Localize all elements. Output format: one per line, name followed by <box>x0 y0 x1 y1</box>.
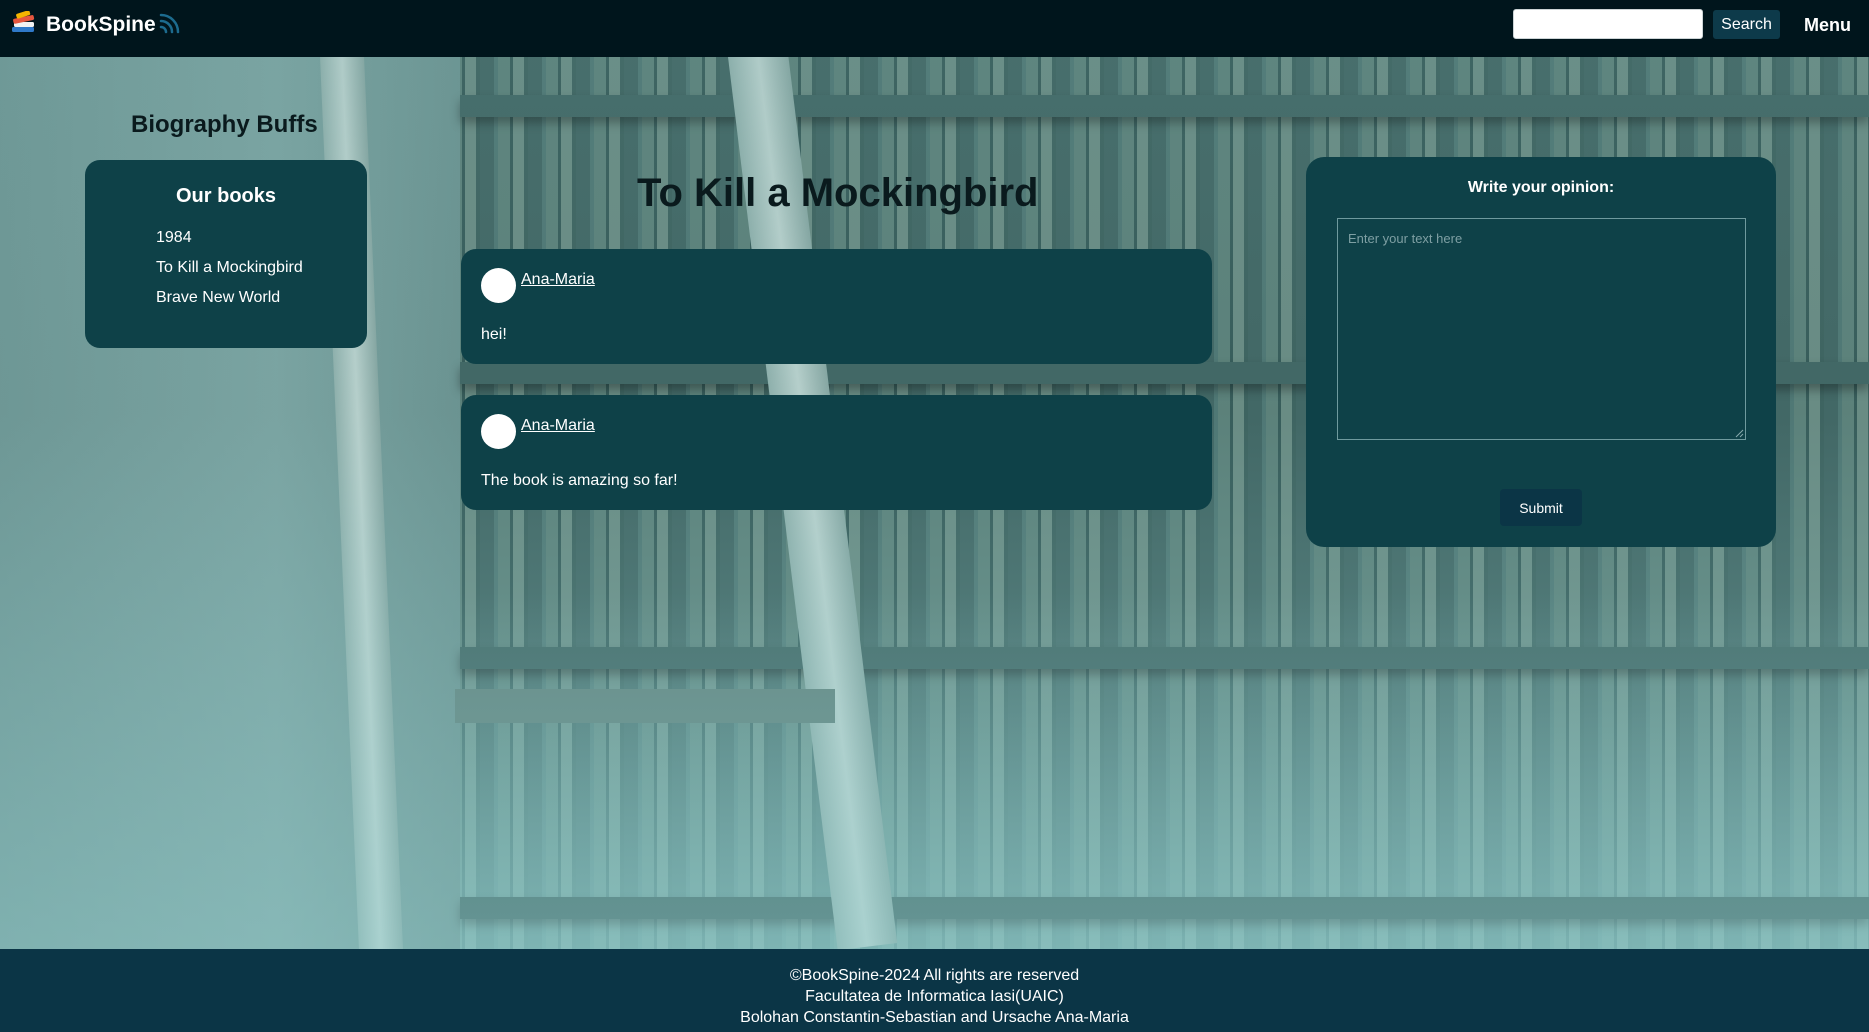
comment-card: Ana-Maria hei! <box>461 249 1212 364</box>
resize-grip-icon[interactable] <box>1734 428 1744 438</box>
book-link-1984[interactable]: 1984 <box>156 229 192 247</box>
comment-author-link[interactable]: Ana-Maria <box>521 271 595 289</box>
book-link-to-kill-a-mockingbird[interactable]: To Kill a Mockingbird <box>156 259 303 277</box>
book-link-brave-new-world[interactable]: Brave New World <box>156 289 280 307</box>
avatar <box>481 268 516 303</box>
menu-button[interactable]: Menu <box>1804 15 1851 35</box>
footer: ©BookSpine-2024 All rights are reserved … <box>0 949 1869 1032</box>
footer-authors: Bolohan Constantin-Sebastian and Ursache… <box>740 1009 1129 1026</box>
footer-copyright: ©BookSpine-2024 All rights are reserved <box>789 967 1080 984</box>
comment-text: hei! <box>481 326 507 343</box>
opinion-heading: Write your opinion: <box>1467 179 1615 196</box>
search-button[interactable]: Search <box>1713 10 1780 39</box>
top-navigation-bar: BookSpine Search Menu <box>0 0 1869 57</box>
club-title: Biography Buffs <box>131 111 318 138</box>
opinion-form-panel: Write your opinion: Submit <box>1306 157 1776 547</box>
comment-card: Ana-Maria The book is amazing so far! <box>461 395 1212 510</box>
comment-text: The book is amazing so far! <box>481 472 678 489</box>
avatar <box>481 414 516 449</box>
our-books-heading: Our books <box>175 185 276 207</box>
book-title: To Kill a Mockingbird <box>637 171 1039 215</box>
comment-author-link[interactable]: Ana-Maria <box>521 417 595 435</box>
rss-icon[interactable] <box>157 11 182 36</box>
opinion-textarea[interactable] <box>1337 218 1746 440</box>
our-books-panel: Our books 1984 To Kill a Mockingbird Bra… <box>85 160 367 348</box>
books-logo-icon[interactable] <box>10 11 38 37</box>
search-input[interactable] <box>1513 9 1703 39</box>
submit-button[interactable]: Submit <box>1500 489 1582 526</box>
footer-institution: Facultatea de Informatica Iasi(UAIC) <box>805 988 1064 1005</box>
brand-link[interactable]: BookSpine <box>46 13 156 37</box>
